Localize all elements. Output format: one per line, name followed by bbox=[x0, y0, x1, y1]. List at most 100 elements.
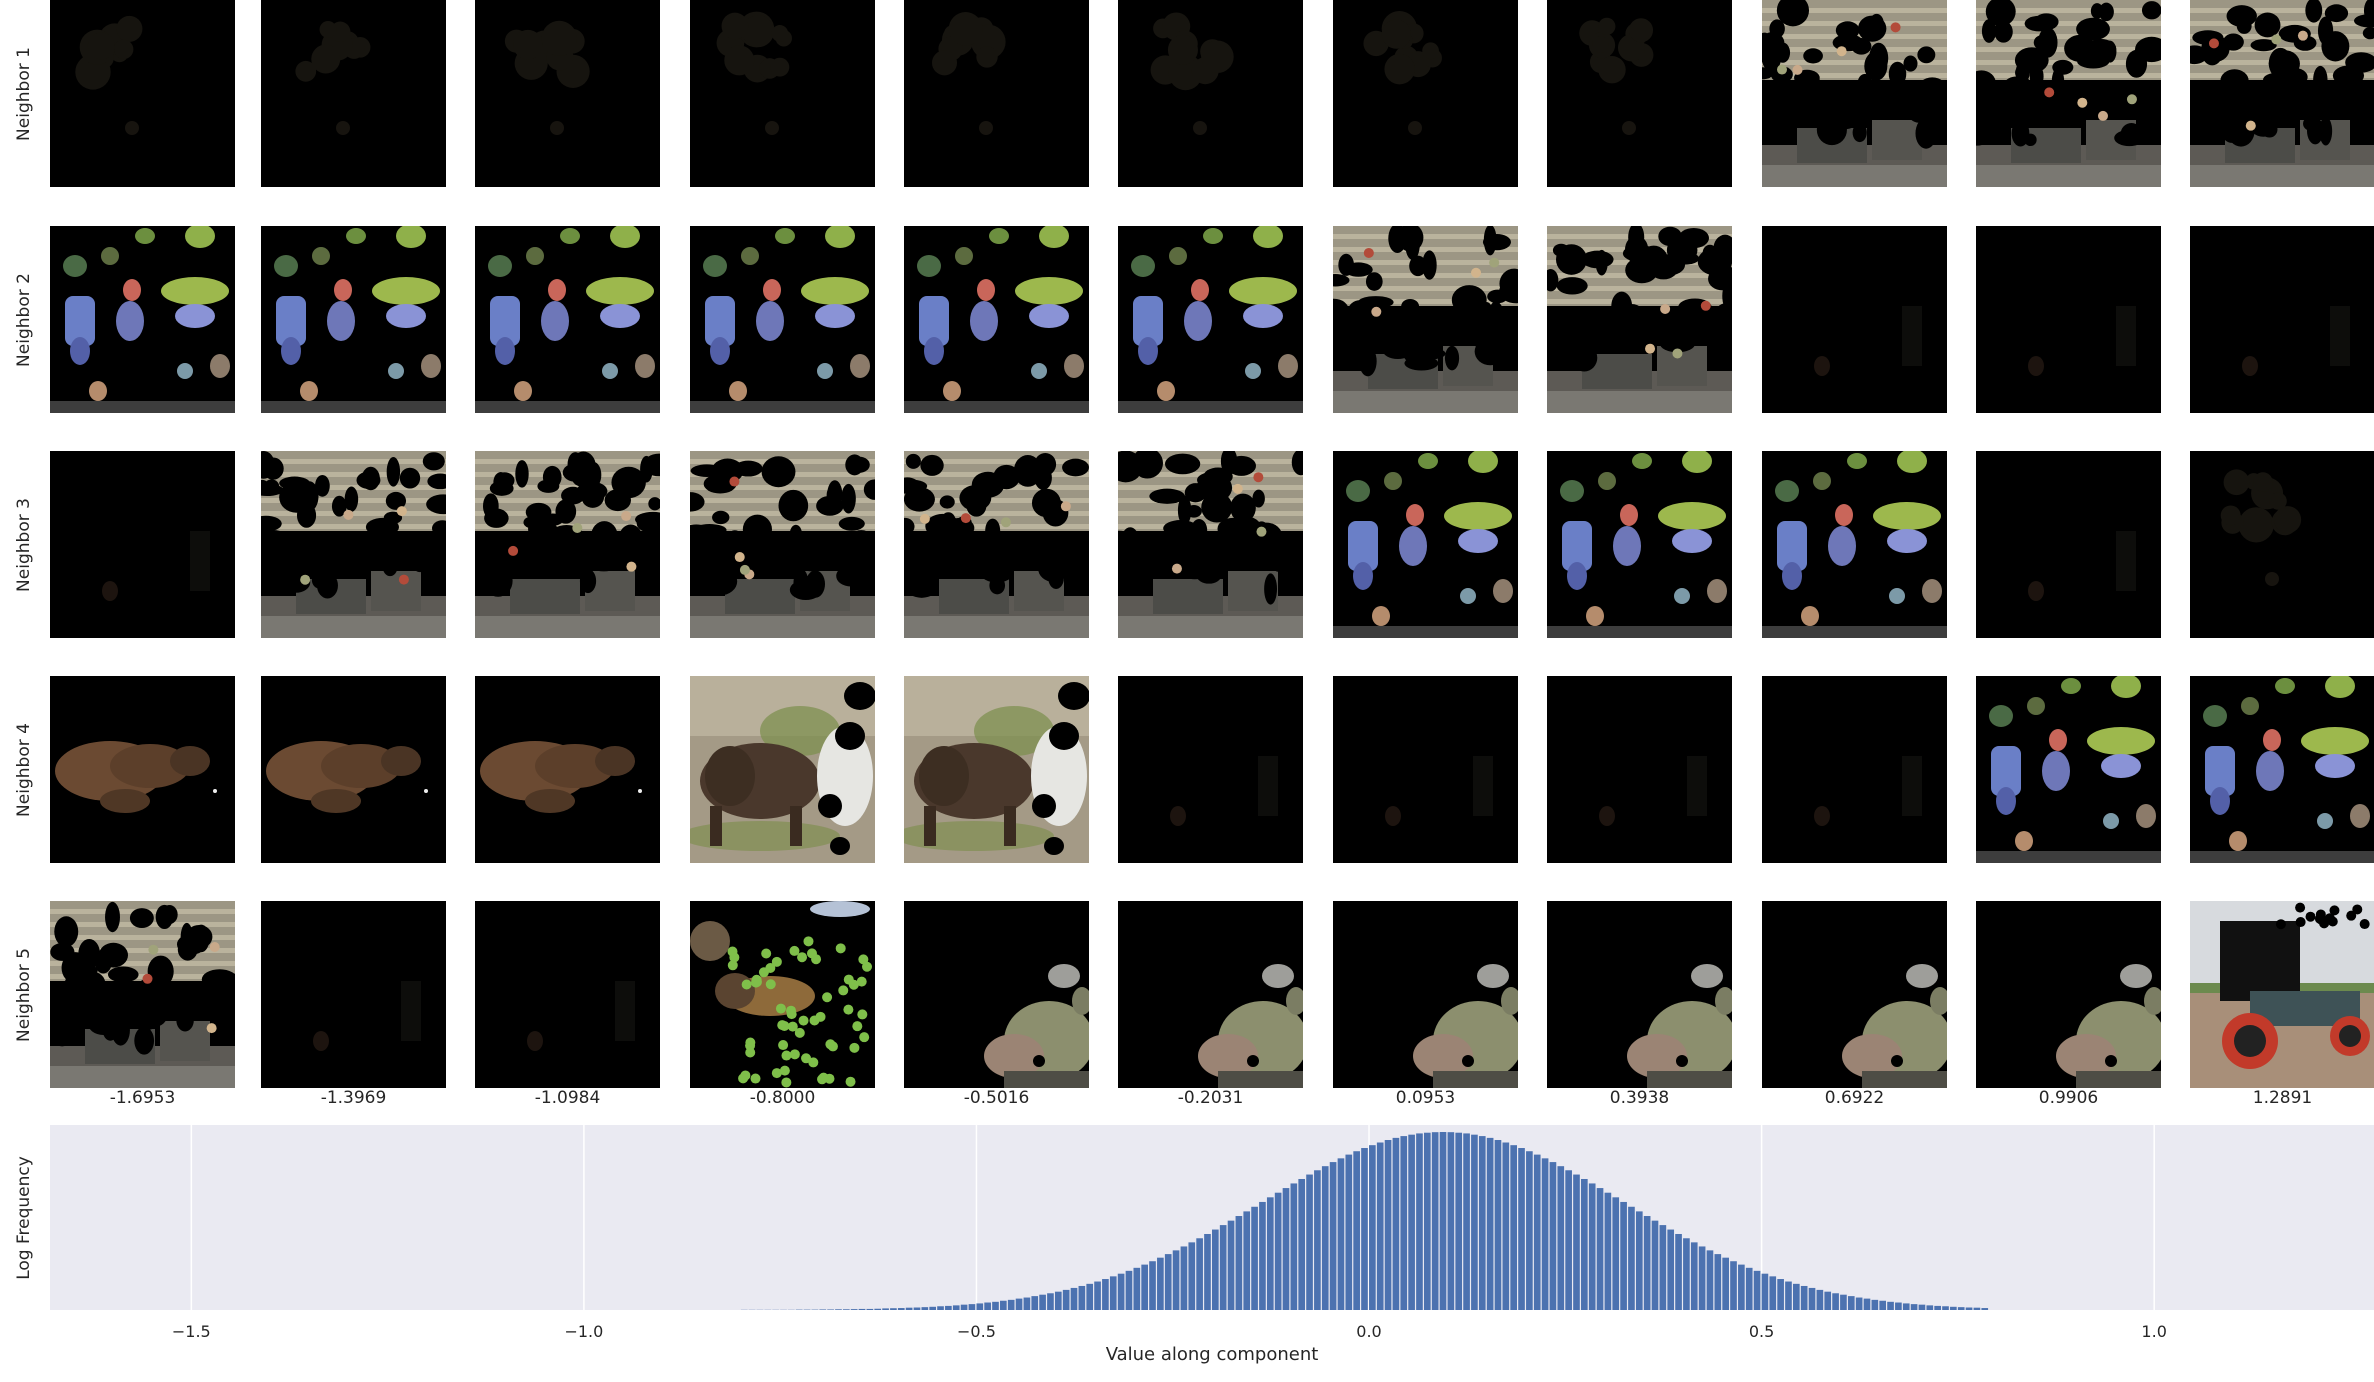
neighbor-image bbox=[1762, 451, 1947, 638]
row-label: Neighbor 3 bbox=[14, 451, 34, 638]
neighbor-image-thumbnail bbox=[904, 451, 1089, 638]
neighbor-image-thumbnail bbox=[1385, 756, 1493, 826]
histogram-bar bbox=[1361, 1148, 1368, 1310]
histogram-bar bbox=[1212, 1229, 1219, 1310]
histogram-bar bbox=[819, 1309, 827, 1310]
x-tick-label: −1.5 bbox=[171, 1322, 211, 1341]
neighbor-image bbox=[904, 901, 1089, 1088]
histogram-bar bbox=[1887, 1301, 1894, 1310]
histogram-bar bbox=[1793, 1283, 1800, 1310]
column-value-label: -0.2031 bbox=[1177, 1088, 1244, 1108]
neighbor-image-thumbnail bbox=[2190, 676, 2374, 863]
neighbor-image bbox=[1333, 226, 1518, 413]
neighbor-image bbox=[475, 0, 660, 187]
neighbor-image-thumbnail bbox=[690, 901, 873, 1088]
histogram-bar bbox=[1125, 1270, 1133, 1310]
histogram-bar bbox=[890, 1308, 897, 1310]
histogram-bar bbox=[1196, 1238, 1203, 1310]
column-value-label: -0.8000 bbox=[749, 1088, 816, 1108]
neighbor-image bbox=[1976, 0, 2161, 187]
histogram-bar bbox=[1047, 1293, 1054, 1310]
histogram-bar bbox=[952, 1305, 960, 1310]
neighbor-image-thumbnail bbox=[931, 12, 1006, 135]
histogram-bar bbox=[1290, 1183, 1298, 1310]
neighbor-image bbox=[1762, 901, 1947, 1088]
histogram-bar bbox=[1423, 1132, 1431, 1310]
histogram-svg bbox=[190, 1125, 2155, 1310]
histogram-bar bbox=[1910, 1304, 1918, 1310]
neighbor-image-thumbnail bbox=[480, 741, 642, 813]
histogram-bar bbox=[882, 1308, 889, 1310]
neighbor-image bbox=[2190, 0, 2374, 187]
row-label-text: Neighbor 2 bbox=[14, 272, 34, 367]
histogram-bar bbox=[1408, 1134, 1415, 1310]
neighbor-image-thumbnail bbox=[1579, 17, 1654, 135]
neighbor-image bbox=[1118, 451, 1303, 638]
histogram-bar bbox=[1321, 1166, 1329, 1310]
histogram-bar bbox=[1785, 1281, 1792, 1310]
histogram-bar bbox=[1863, 1298, 1871, 1310]
histogram-bar bbox=[968, 1304, 976, 1310]
neighbor-image-thumbnail bbox=[102, 531, 210, 601]
neighbor-image-thumbnail bbox=[984, 964, 1089, 1088]
neighbor-image bbox=[475, 901, 660, 1088]
neighbor-image-thumbnail bbox=[690, 226, 875, 413]
histogram-bar bbox=[1298, 1178, 1306, 1310]
histogram-bar bbox=[1102, 1279, 1109, 1310]
histogram-bar bbox=[1761, 1273, 1769, 1310]
neighbor-image bbox=[1333, 451, 1518, 638]
histogram-bar bbox=[1274, 1192, 1282, 1310]
neighbor-image bbox=[50, 451, 235, 638]
histogram-bar bbox=[1219, 1225, 1227, 1310]
neighbor-image-thumbnail bbox=[2242, 306, 2350, 376]
histogram-bar bbox=[1832, 1293, 1839, 1310]
histogram-bar bbox=[1416, 1133, 1423, 1310]
histogram-bar bbox=[1745, 1267, 1753, 1310]
histogram-bar bbox=[1738, 1264, 1745, 1310]
neighbor-image bbox=[1547, 676, 1732, 863]
x-tick-label: 1.0 bbox=[2141, 1322, 2167, 1341]
histogram-bar bbox=[1855, 1297, 1863, 1310]
histogram-bar bbox=[1204, 1233, 1211, 1310]
histogram-bar bbox=[1714, 1254, 1722, 1310]
x-tick-label: 0.5 bbox=[1748, 1322, 1775, 1341]
histogram-bar bbox=[1164, 1254, 1172, 1310]
histogram-bar bbox=[1282, 1188, 1290, 1310]
histogram-bar bbox=[1251, 1206, 1258, 1310]
histogram-bar bbox=[1384, 1140, 1392, 1310]
neighbor-image-thumbnail bbox=[690, 676, 875, 863]
histogram-bar bbox=[1667, 1229, 1675, 1310]
neighbor-image bbox=[690, 676, 875, 863]
neighbor-image bbox=[904, 0, 1089, 187]
histogram-bar bbox=[1149, 1261, 1156, 1310]
neighbor-image bbox=[1118, 226, 1303, 413]
neighbor-image-thumbnail bbox=[527, 981, 635, 1051]
histogram-bar bbox=[1620, 1201, 1627, 1310]
neighbor-image-thumbnail bbox=[904, 676, 1089, 863]
neighbor-image-thumbnail bbox=[2220, 469, 2302, 586]
column-value-label: 0.9906 bbox=[2038, 1088, 2099, 1108]
histogram-bar bbox=[1847, 1296, 1855, 1310]
row-label: Neighbor 4 bbox=[14, 676, 34, 863]
histogram-bar bbox=[1526, 1151, 1533, 1310]
histogram-bar bbox=[1031, 1296, 1039, 1310]
neighbor-image bbox=[2190, 676, 2374, 863]
histogram-bar bbox=[1596, 1188, 1604, 1310]
neighbor-image bbox=[690, 0, 875, 187]
neighbor-image bbox=[475, 676, 660, 863]
neighbor-image-thumbnail bbox=[1547, 451, 1732, 638]
neighbor-image bbox=[261, 226, 446, 413]
neighbor-image-thumbnail bbox=[261, 226, 446, 413]
neighbor-image-thumbnail bbox=[2028, 306, 2136, 376]
histogram-bar bbox=[1588, 1183, 1596, 1310]
column-value-label: 0.0953 bbox=[1395, 1088, 1456, 1108]
column-value-label: 0.3938 bbox=[1609, 1088, 1670, 1108]
neighbor-image bbox=[1333, 676, 1518, 863]
histogram-bar bbox=[1329, 1162, 1337, 1310]
histogram-bar bbox=[1345, 1154, 1353, 1310]
histogram-bar bbox=[1400, 1136, 1408, 1310]
histogram-bar bbox=[1455, 1132, 1463, 1310]
histogram-bar bbox=[1541, 1158, 1549, 1310]
histogram-bar bbox=[1628, 1206, 1635, 1310]
histogram-bar bbox=[1007, 1299, 1015, 1310]
